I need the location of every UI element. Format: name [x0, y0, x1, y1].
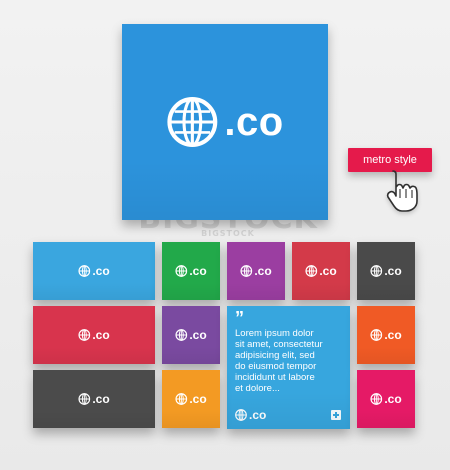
hero-label: .co	[224, 100, 284, 144]
tile-1[interactable]: .co	[33, 242, 155, 300]
globe-icon	[175, 265, 188, 277]
tile-2[interactable]: .co	[162, 242, 220, 300]
tile-5-label: .co	[384, 264, 402, 278]
tile-11[interactable]: .co	[357, 370, 415, 428]
plus-icon[interactable]	[331, 410, 341, 420]
copy-tile-label: .co	[249, 408, 267, 422]
tile-8-label: .co	[384, 328, 402, 342]
globe-icon	[240, 265, 253, 277]
tile-2-label: .co	[189, 264, 207, 278]
tile-3[interactable]: .co	[227, 242, 285, 300]
tile-2-content: .co	[175, 264, 207, 278]
tile-10-label: .co	[189, 392, 207, 406]
globe-icon	[166, 96, 218, 148]
globe-icon	[78, 265, 91, 277]
tile-1-content: .co	[78, 264, 110, 278]
tile-4[interactable]: .co	[292, 242, 350, 300]
metro-style-label: metro style	[363, 153, 417, 166]
tile-11-content: .co	[370, 392, 402, 406]
hero-content: .co	[166, 96, 283, 148]
watermark-subtext: BIGSTOCK	[201, 229, 255, 238]
tile-6[interactable]: .co	[33, 306, 155, 364]
tile-4-label: .co	[319, 264, 337, 278]
lorem-text: Lorem ipsum dolor sit amet, consectetur …	[235, 328, 323, 394]
globe-icon	[370, 265, 383, 277]
tile-8[interactable]: .co	[357, 306, 415, 364]
copy-tile[interactable]: ” Lorem ipsum dolor sit amet, consectetu…	[227, 306, 350, 429]
globe-icon	[78, 393, 91, 405]
tile-1-label: .co	[92, 264, 110, 278]
globe-icon	[78, 329, 91, 341]
tile-3-label: .co	[254, 264, 272, 278]
hand-cursor-icon	[386, 170, 418, 212]
tile-9-label: .co	[92, 392, 110, 406]
globe-icon	[370, 393, 383, 405]
tile-7-content: .co	[175, 328, 207, 342]
tile-11-label: .co	[384, 392, 402, 406]
tile-6-content: .co	[78, 328, 110, 342]
quote-mark: ”	[235, 308, 244, 328]
tile-10[interactable]: .co	[162, 370, 220, 428]
globe-icon	[175, 393, 188, 405]
tile-9-content: .co	[78, 392, 110, 406]
tile-4-content: .co	[305, 264, 337, 278]
tile-7-label: .co	[189, 328, 207, 342]
tile-8-content: .co	[370, 328, 402, 342]
globe-icon	[175, 329, 188, 341]
hero-tile: .co	[122, 24, 328, 220]
copy-tile-domain: .co	[235, 409, 266, 421]
globe-icon	[370, 329, 383, 341]
tile-3-content: .co	[240, 264, 272, 278]
tile-6-label: .co	[92, 328, 110, 342]
tile-7[interactable]: .co	[162, 306, 220, 364]
tile-5-content: .co	[370, 264, 402, 278]
globe-icon	[305, 265, 318, 277]
tile-5[interactable]: .co	[357, 242, 415, 300]
tile-9[interactable]: .co	[33, 370, 155, 428]
globe-icon	[235, 409, 247, 421]
tile-10-content: .co	[175, 392, 207, 406]
